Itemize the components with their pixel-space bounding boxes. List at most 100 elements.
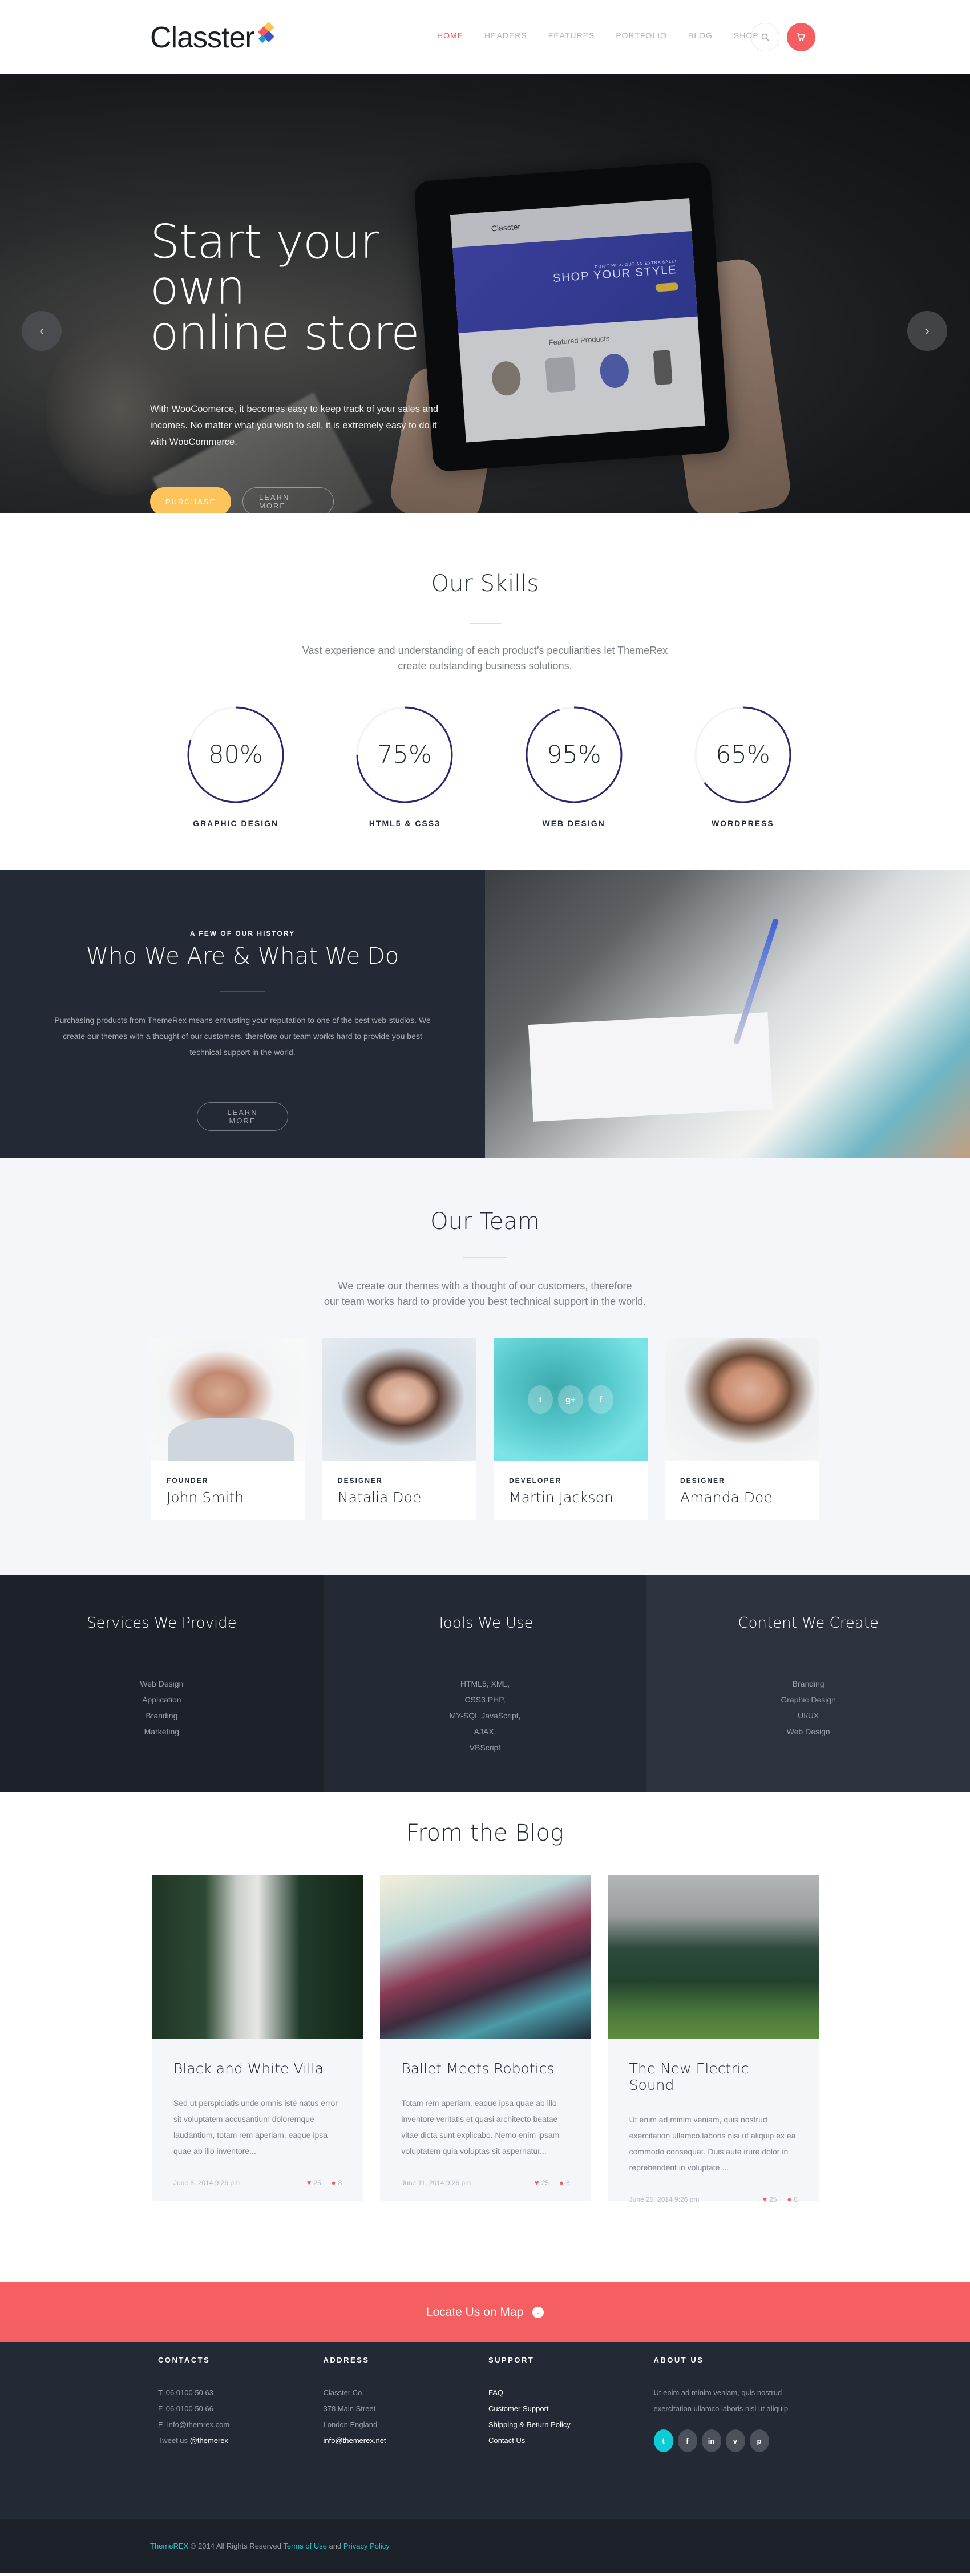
blog-post-title[interactable]: Black and White Villa (173, 2060, 342, 2077)
google-plus-icon[interactable]: g+ (558, 1385, 583, 1414)
content-column: Content We Create Branding Graphic Desig… (646, 1575, 970, 1792)
locate-map-label: Locate Us on Map (426, 2305, 524, 2319)
tools-column: Tools We Use HTML5, XML, CSS3 PHP, MY-SQ… (323, 1575, 647, 1792)
comment-icon: ● (787, 2195, 792, 2203)
skills-subtitle-line2: create outstanding business solutions. (398, 660, 572, 672)
pinterest-icon[interactable]: p (749, 2429, 769, 2452)
team-member-card[interactable]: DESIGNER Natalia Doe (322, 1338, 476, 1520)
member-name: Natalia Doe (338, 1489, 422, 1506)
blog-post-image (152, 1875, 363, 2039)
nav-portfolio[interactable]: PORTFOLIO (616, 31, 667, 40)
team-row: FOUNDER John Smith DESIGNER Natalia Doe … (151, 1338, 819, 1520)
tweet-prefix: Tweet us (158, 2436, 190, 2445)
contact-tweet: Tweet us @themerex (158, 2433, 324, 2449)
footer-columns: CONTACTS T. 06 0100 50 63 F. 06 0100 50 … (151, 2356, 819, 2452)
member-info: DESIGNER Amanda Doe (665, 1461, 819, 1520)
member-photo-shirt (168, 1418, 294, 1461)
blog-post-card[interactable]: Black and White Villa Sed ut perspiciati… (152, 1875, 363, 2201)
content-list-item: Graphic Design (781, 1695, 836, 1704)
comments[interactable]: ● 8 (559, 2178, 570, 2187)
tablet-banner-button (655, 282, 679, 292)
facebook-icon[interactable]: f (588, 1385, 613, 1414)
content-list-item: Web Design (786, 1727, 830, 1736)
likes-count: 25 (541, 2178, 549, 2187)
slider-prev-button[interactable]: ‹ (22, 311, 62, 351)
nav-blog[interactable]: BLOG (688, 31, 713, 40)
vimeo-icon[interactable]: v (725, 2429, 745, 2452)
tablet-product (599, 353, 630, 389)
contact-email[interactable]: E. info@themrex.com (158, 2417, 324, 2433)
logo-icon (257, 22, 277, 45)
cart-button[interactable] (787, 23, 815, 51)
member-info: DEVELOPER Martin Jackson (494, 1461, 648, 1520)
comments[interactable]: ● 8 (787, 2195, 798, 2203)
hero-learn-more-button[interactable]: LEARN MORE (242, 487, 334, 513)
tools-list-item: CSS3 PHP, (464, 1695, 506, 1704)
comment-icon: ● (331, 2178, 336, 2187)
nav-headers[interactable]: HEADERS (484, 31, 527, 40)
blog-post-body: The New Electric Sound Ut enim ad minim … (608, 2039, 819, 2203)
terms-link[interactable]: Terms of Use (283, 2542, 327, 2550)
hero-title: Start your own online store (150, 219, 470, 357)
likes[interactable]: ♥ 25 (307, 2178, 321, 2187)
blog-post-card[interactable]: The New Electric Sound Ut enim ad minim … (608, 1875, 819, 2203)
about-learn-more-button[interactable]: LEARN MORE (197, 1102, 288, 1131)
team-member-card[interactable]: t g+ f DEVELOPER Martin Jackson (494, 1338, 648, 1520)
blog-post-date: June 8, 2014 9:26 pm (173, 2178, 240, 2187)
services-list-item: Branding (146, 1711, 178, 1720)
search-button[interactable] (751, 23, 779, 51)
blog-post-excerpt: Sed ut perspiciatis unde omnis iste natu… (173, 2098, 338, 2156)
logo[interactable]: Classter (150, 21, 277, 55)
nav-features[interactable]: FEATURES (548, 31, 595, 40)
facebook-icon[interactable]: f (677, 2429, 697, 2452)
about-image-paper (528, 1012, 773, 1122)
slider-next-button[interactable]: › (907, 311, 947, 351)
support-link-contact[interactable]: Contact Us (488, 2433, 654, 2449)
brand-link[interactable]: ThemeREX (150, 2542, 188, 2550)
tools-list-item: VBScript (469, 1743, 501, 1752)
support-link-customer-support[interactable]: Customer Support (488, 2401, 654, 2417)
twitter-icon[interactable]: t (653, 2429, 673, 2452)
blog-post-card[interactable]: Ballet Meets Robotics Totam rem aperiam,… (380, 1875, 591, 2201)
blog-post-excerpt: Ut enim ad minim veniam, quis nostrud ex… (629, 2115, 796, 2172)
support-link-shipping[interactable]: Shipping & Return Policy (488, 2417, 654, 2433)
linkedin-icon[interactable]: in (701, 2429, 721, 2452)
skill-item: 95% WEB DESIGN (490, 703, 658, 828)
member-photo (322, 1338, 476, 1461)
blog-post-title[interactable]: The New Electric Sound (629, 2060, 798, 2093)
footer-support-title: SUPPORT (488, 2356, 535, 2364)
tools-list-item: AJAX, (474, 1727, 496, 1736)
comments[interactable]: ● 8 (332, 2178, 342, 2187)
support-link-faq[interactable]: FAQ (488, 2385, 654, 2401)
likes[interactable]: ♥ 25 (535, 2178, 549, 2187)
privacy-link[interactable]: Privacy Policy (343, 2542, 390, 2550)
divider (469, 623, 501, 624)
footer-about-title: ABOUT US (653, 2356, 704, 2364)
likes[interactable]: ♥ 25 (762, 2195, 777, 2203)
member-info: DESIGNER Natalia Doe (322, 1461, 476, 1520)
twitter-icon[interactable]: t (528, 1385, 553, 1414)
hero-title-line2: online store (150, 306, 420, 361)
blog-post-title[interactable]: Ballet Meets Robotics (401, 2060, 569, 2077)
skill-percent: 65% (716, 741, 770, 769)
member-name: Martin Jackson (509, 1489, 613, 1506)
member-name: John Smith (167, 1489, 244, 1506)
team-member-card[interactable]: FOUNDER John Smith (151, 1338, 305, 1520)
tweet-handle-link[interactable]: @themerex (190, 2436, 228, 2445)
tablet-product (653, 350, 673, 386)
locate-map-bar[interactable]: Locate Us on Map ⌄ (0, 2282, 970, 2342)
address-email-link[interactable]: info@themerex.net (324, 2433, 489, 2449)
about-title: Who We Are & What We Do (86, 943, 399, 969)
team-title: Our Team (430, 1208, 540, 1235)
skill-ring: 75% (356, 706, 453, 803)
footer: CONTACTS T. 06 0100 50 63 F. 06 0100 50 … (0, 2342, 970, 2519)
contact-fax: F. 06 0100 50 66 (158, 2404, 213, 2413)
tablet-banner: DON'T MISS OUT AN EXTRA SALE! SHOP YOUR … (452, 230, 698, 333)
services-section: Services We Provide Web Design Applicati… (0, 1575, 970, 1792)
team-member-card[interactable]: DESIGNER Amanda Doe (665, 1338, 819, 1520)
divider (463, 1257, 507, 1258)
nav-home[interactable]: HOME (437, 31, 463, 40)
purchase-button[interactable]: PURCHASE (150, 487, 231, 513)
likes-count: 25 (769, 2195, 777, 2203)
footer-address: ADDRESS Classter Co. 378 Main Street Lon… (324, 2356, 489, 2452)
